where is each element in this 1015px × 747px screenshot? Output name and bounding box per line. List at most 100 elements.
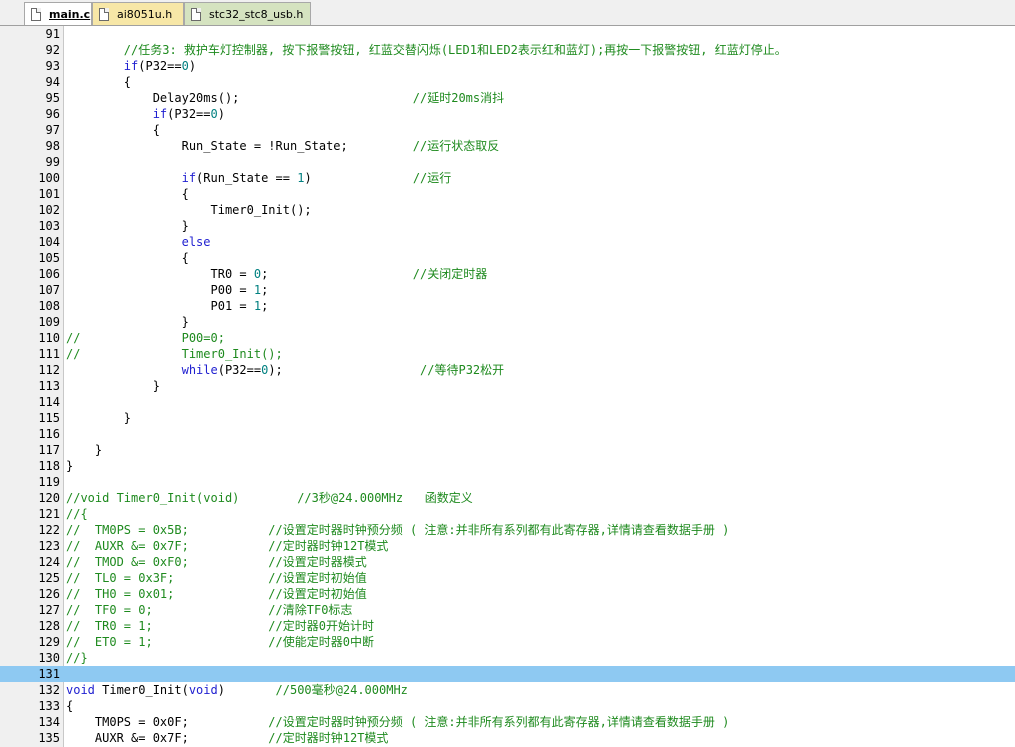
line-number: 110 (38, 331, 60, 345)
line-number: 103 (38, 219, 60, 233)
code-token: { (66, 187, 189, 201)
code-line[interactable]: 105 { (0, 250, 1015, 266)
code-line[interactable]: 126 // TH0 = 0x01; //设置定时初始值 (0, 586, 1015, 602)
code-line[interactable]: 112 while(P32==0); //等待P32松开 (0, 362, 1015, 378)
code-line[interactable]: 108 P01 = 1; (0, 298, 1015, 314)
code-token: (P32== (138, 59, 182, 73)
code-comment: //运行状态取反 (412, 139, 500, 153)
line-number: 101 (38, 187, 60, 201)
tab-main-c[interactable]: main.c (24, 2, 92, 25)
code-comment: //延时20ms消抖 (412, 91, 505, 105)
code-line[interactable]: 133 { (0, 698, 1015, 714)
code-line[interactable]: 95 Delay20ms(); //延时20ms消抖 (0, 90, 1015, 106)
code-line[interactable]: 134 TM0PS = 0x0F; //设置定时器时钟预分频 ( 注意:并非所有… (0, 714, 1015, 730)
code-number: 1 (253, 283, 262, 297)
code-line[interactable]: 132 void Timer0_Init(void) //500毫秒@24.000… (0, 682, 1015, 698)
code-token: ; (261, 299, 269, 313)
code-token: (P32== (217, 363, 262, 377)
line-number: 112 (38, 363, 60, 377)
line-number: 121 (38, 507, 60, 521)
code-line[interactable]: 128 // TR0 = 1; //定时器0开始计时 (0, 618, 1015, 634)
code-text: } (66, 410, 131, 426)
code-line[interactable]: 106 TR0 = 0; //关闭定时器 (0, 266, 1015, 282)
code-comment: // ET0 = 1; //使能定时器0中断 (66, 635, 374, 649)
code-line[interactable]: 129 // ET0 = 1; //使能定时器0中断 (0, 634, 1015, 650)
code-line[interactable]: 91 (0, 26, 1015, 42)
code-text: { (66, 122, 160, 138)
code-line[interactable]: 113 } (0, 378, 1015, 394)
code-text: AUXR &= 0x7F; //定时器时钟12T模式 (66, 730, 389, 746)
code-text: } (66, 378, 160, 394)
code-line[interactable]: 109 } (0, 314, 1015, 330)
line-number: 123 (38, 539, 60, 553)
line-number: 96 (45, 107, 60, 121)
code-line[interactable]: 97 { (0, 122, 1015, 138)
code-text: Timer0_Init(); (66, 202, 311, 218)
code-line[interactable]: 125 // TL0 = 0x3F; //设置定时初始值 (0, 570, 1015, 586)
code-line[interactable]: 99 (0, 154, 1015, 170)
code-text: P00 = 1; (66, 282, 268, 298)
code-token: Delay20ms(); (66, 91, 413, 105)
tab-stc32-stc8-usb-h[interactable]: stc32_stc8_usb.h (184, 2, 311, 25)
line-number: 132 (38, 683, 60, 697)
code-text: if(P32==0) (66, 58, 196, 74)
code-line[interactable]: 130 //} (0, 650, 1015, 666)
line-number: 128 (38, 619, 60, 633)
code-comment: //定时器时钟12T模式 (268, 731, 389, 745)
code-line[interactable]: 121 //{ (0, 506, 1015, 522)
code-line[interactable]: 123 // AUXR &= 0x7F; //定时器时钟12T模式 (0, 538, 1015, 554)
line-number: 113 (38, 379, 60, 393)
code-line[interactable]: 115 } (0, 410, 1015, 426)
code-line[interactable]: 103 } (0, 218, 1015, 234)
line-number: 108 (38, 299, 60, 313)
line-number: 115 (38, 411, 60, 425)
code-line[interactable]: 127 // TF0 = 0; //清除TF0标志 (0, 602, 1015, 618)
code-line[interactable]: 110 // P00=0; (0, 330, 1015, 346)
code-line[interactable]: 96 if(P32==0) (0, 106, 1015, 122)
code-line[interactable]: 94 { (0, 74, 1015, 90)
code-number: 0 (210, 107, 218, 121)
line-number: 95 (45, 91, 60, 105)
code-text: { (66, 186, 189, 202)
tab-ai8051u-h[interactable]: ai8051u.h (92, 2, 184, 25)
code-line[interactable]: 116 (0, 426, 1015, 442)
code-text: { (66, 698, 73, 714)
code-line[interactable]: 93 if(P32==0) (0, 58, 1015, 74)
code-line[interactable]: 131 (0, 666, 1015, 682)
code-line[interactable]: 111 // Timer0_Init(); (0, 346, 1015, 362)
code-editor[interactable]: 91 92 //任务3: 救护车灯控制器, 按下报警按钮, 红蓝交替闪烁(LED1… (0, 26, 1015, 747)
code-line[interactable]: 124 // TMOD &= 0xF0; //设置定时器模式 (0, 554, 1015, 570)
code-line[interactable]: 135 AUXR &= 0x7F; //定时器时钟12T模式 (0, 730, 1015, 746)
code-line[interactable]: 118} (0, 458, 1015, 474)
code-line[interactable]: 117 } (0, 442, 1015, 458)
code-comment: //{ (66, 507, 88, 521)
code-text: // AUXR &= 0x7F; //定时器时钟12T模式 (66, 538, 388, 554)
code-line[interactable]: 122 // TM0PS = 0x5B; //设置定时器时钟预分频 ( 注意:并非… (0, 522, 1015, 538)
line-number: 109 (38, 315, 60, 329)
code-comment: //等待P32松开 (420, 363, 505, 377)
code-token: ) (304, 171, 413, 185)
code-line[interactable]: 101 { (0, 186, 1015, 202)
code-line[interactable]: 104 else (0, 234, 1015, 250)
code-line[interactable]: 107 P00 = 1; (0, 282, 1015, 298)
code-token: } (66, 459, 74, 473)
code-line[interactable]: 92 //任务3: 救护车灯控制器, 按下报警按钮, 红蓝交替闪烁(LED1和L… (0, 42, 1015, 58)
code-text: //{ (66, 506, 88, 522)
code-line[interactable]: 102 Timer0_Init(); (0, 202, 1015, 218)
code-line[interactable]: 119 (0, 474, 1015, 490)
line-number: 124 (38, 555, 60, 569)
line-number: 94 (45, 75, 60, 89)
code-token: AUXR &= 0x7F; (66, 731, 269, 745)
code-token: { (66, 123, 160, 137)
code-comment: // TF0 = 0; //清除TF0标志 (66, 603, 353, 617)
line-number: 105 (38, 251, 60, 265)
line-number: 99 (45, 155, 60, 169)
line-number: 130 (38, 651, 60, 665)
code-line[interactable]: 114 (0, 394, 1015, 410)
code-token: ) (188, 59, 197, 73)
code-line[interactable]: 120 //void Timer0_Init(void) //3秒@24.000M… (0, 490, 1015, 506)
code-text: // P00=0; (66, 330, 225, 346)
code-line[interactable]: 98 Run_State = !Run_State; //运行状态取反 (0, 138, 1015, 154)
code-line[interactable]: 100 if(Run_State == 1) //运行 (0, 170, 1015, 186)
